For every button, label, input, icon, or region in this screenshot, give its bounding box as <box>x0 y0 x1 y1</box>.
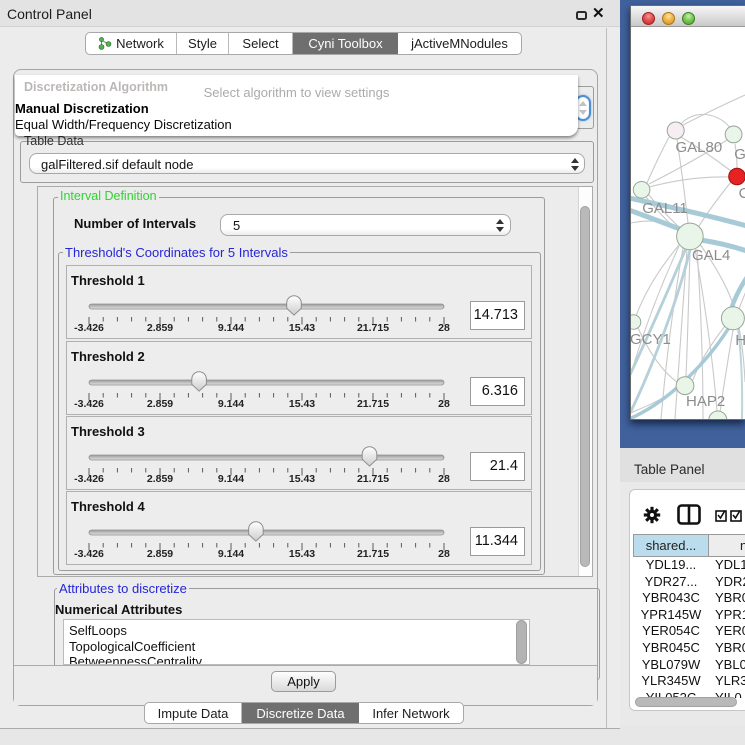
svg-text:GAL80: GAL80 <box>676 139 723 156</box>
svg-text:28: 28 <box>438 473 450 485</box>
svg-text:9.144: 9.144 <box>218 398 244 410</box>
svg-text:28: 28 <box>438 322 450 334</box>
svg-text:GA: GA <box>734 146 745 163</box>
svg-text:9.144: 9.144 <box>218 473 244 485</box>
svg-text:-3.426: -3.426 <box>74 473 104 485</box>
svg-text:C: C <box>739 185 745 202</box>
svg-text:2.859: 2.859 <box>147 322 173 334</box>
svg-text:15.43: 15.43 <box>289 322 315 334</box>
svg-text:21.715: 21.715 <box>357 548 389 560</box>
svg-text:GAL4: GAL4 <box>692 247 730 264</box>
svg-text:-3.426: -3.426 <box>74 322 104 334</box>
svg-text:GCY1: GCY1 <box>631 331 671 348</box>
svg-text:GAL11: GAL11 <box>642 200 688 217</box>
svg-text:15.43: 15.43 <box>289 548 315 560</box>
svg-text:28: 28 <box>438 398 450 410</box>
svg-text:-3.426: -3.426 <box>74 398 104 410</box>
svg-text:H: H <box>735 332 745 349</box>
svg-text:28: 28 <box>438 548 450 560</box>
svg-text:HAP2: HAP2 <box>686 393 725 410</box>
svg-text:2.859: 2.859 <box>147 548 173 560</box>
svg-text:9.144: 9.144 <box>218 322 244 334</box>
svg-text:2.859: 2.859 <box>147 398 173 410</box>
svg-text:21.715: 21.715 <box>357 398 389 410</box>
svg-text:21.715: 21.715 <box>357 473 389 485</box>
svg-text:2.859: 2.859 <box>147 473 173 485</box>
svg-text:15.43: 15.43 <box>289 398 315 410</box>
svg-text:15.43: 15.43 <box>289 473 315 485</box>
svg-text:9.144: 9.144 <box>218 548 244 560</box>
svg-text:-3.426: -3.426 <box>74 548 104 560</box>
svg-text:21.715: 21.715 <box>357 322 389 334</box>
